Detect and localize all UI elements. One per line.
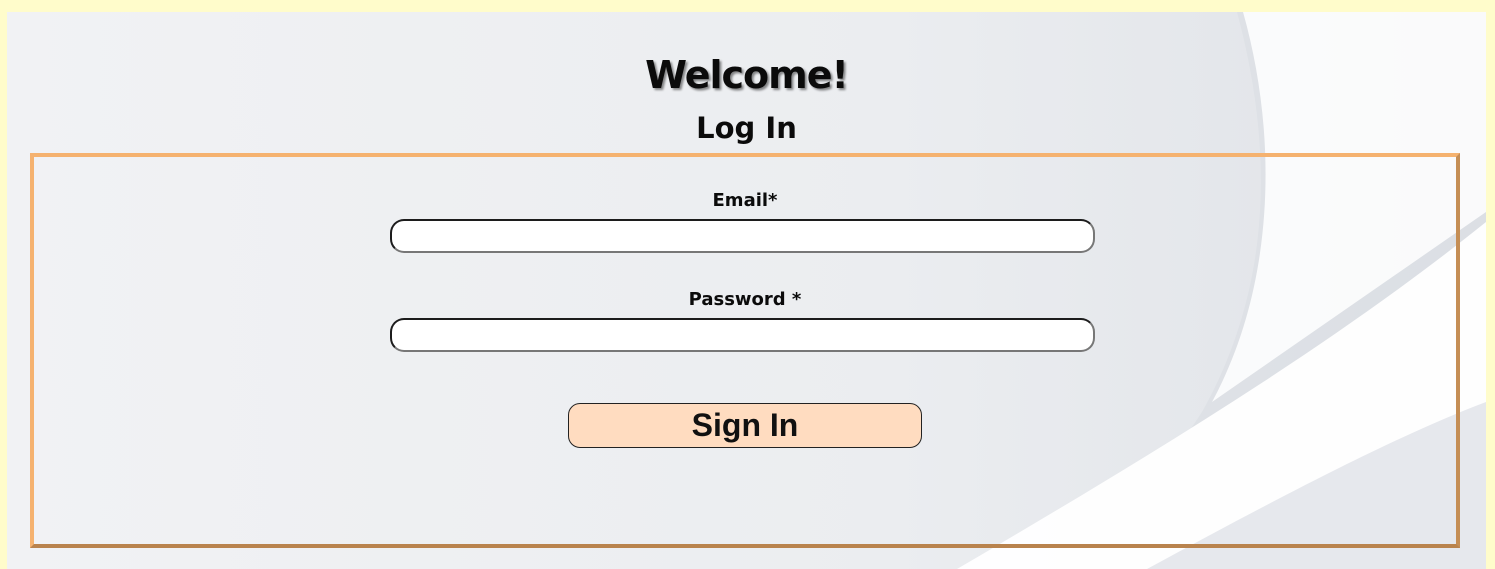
welcome-heading: Welcome! bbox=[645, 53, 849, 97]
login-title: Log In bbox=[696, 111, 797, 145]
password-field[interactable] bbox=[390, 318, 1095, 352]
sign-in-button[interactable]: Sign In bbox=[568, 403, 922, 448]
login-form: Email* Password * Sign In bbox=[30, 153, 1460, 548]
login-page: Welcome! Log In Email* Password * Sign I… bbox=[7, 12, 1486, 569]
email-field[interactable] bbox=[390, 219, 1095, 253]
password-label: Password * bbox=[688, 289, 802, 310]
email-label: Email* bbox=[712, 190, 778, 211]
